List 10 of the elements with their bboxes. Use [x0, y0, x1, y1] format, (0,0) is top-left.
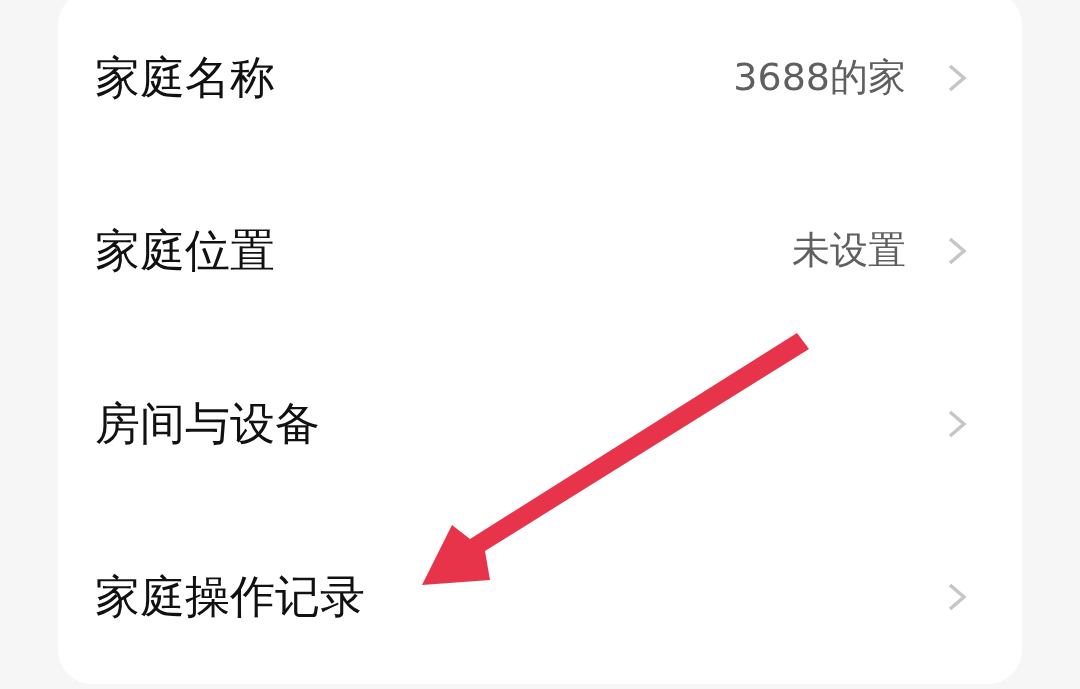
chevron-right-icon — [948, 582, 967, 611]
setting-value: 未设置 — [792, 227, 906, 274]
setting-value: 3688的家 — [733, 54, 906, 101]
setting-label[interactable]: 家庭位置 — [95, 223, 275, 278]
setting-label[interactable]: 家庭操作记录 — [95, 569, 365, 624]
chevron-right-icon — [948, 63, 967, 92]
setting-label[interactable]: 家庭名称 — [95, 50, 275, 105]
chevron-right-icon — [948, 236, 967, 265]
chevron-right-icon — [948, 409, 967, 438]
setting-label[interactable]: 房间与设备 — [95, 396, 320, 451]
